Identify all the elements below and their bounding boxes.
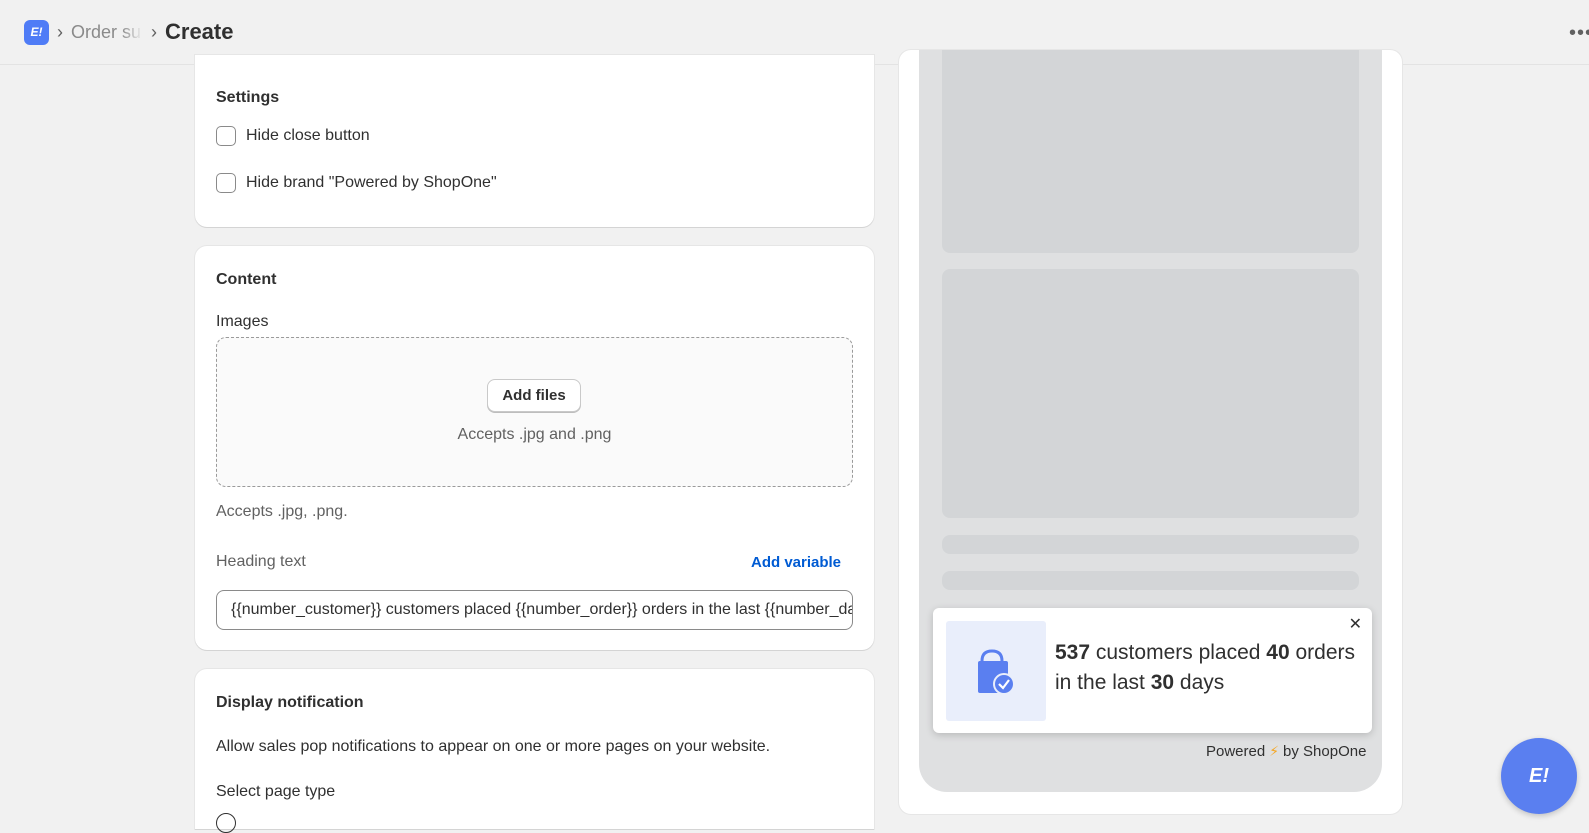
sales-pop-notification[interactable]: 537 customers placed 40 orders in the la… [933, 608, 1372, 733]
close-icon[interactable]: ✕ [1349, 614, 1362, 634]
page-type-radio[interactable] [216, 813, 236, 833]
skeleton-line [942, 571, 1359, 590]
hide-close-button-option[interactable]: Hide close button [216, 126, 370, 146]
settings-title: Settings [216, 89, 280, 106]
shopping-bag-check-icon [978, 649, 1015, 695]
hide-brand-option[interactable]: Hide brand "Powered by ShopOne" [216, 173, 497, 193]
lightning-icon: ⚡ [1269, 743, 1280, 759]
app-logo-icon[interactable]: E! [24, 19, 49, 45]
more-actions-icon[interactable]: ••• [1569, 22, 1589, 45]
app-chat-fab-button[interactable]: E! [1501, 738, 1577, 814]
images-label: Images [216, 313, 269, 330]
skeleton-block [942, 269, 1359, 518]
hide-brand-checkbox[interactable] [216, 173, 236, 193]
hide-brand-label: Hide brand "Powered by ShopOne" [246, 174, 497, 191]
display-notification-card: Display notification Allow sales pop not… [195, 669, 874, 833]
dropzone-hint: Accepts .jpg and .png [457, 426, 612, 443]
display-notification-description: Allow sales pop notifications to appear … [216, 738, 771, 755]
breadcrumb-chevron-icon: › [151, 21, 157, 42]
add-variable-link[interactable]: Add variable [751, 554, 841, 571]
heading-text-label: Heading text [216, 553, 306, 570]
content-card: Content Images Add files Accepts .jpg an… [195, 246, 874, 650]
breadcrumb-chevron-icon: › [57, 21, 63, 42]
add-files-button[interactable]: Add files [487, 379, 581, 412]
skeleton-block [942, 50, 1359, 253]
heading-text-input[interactable]: {{number_customer}} customers placed {{n… [216, 590, 853, 630]
hide-close-checkbox[interactable] [216, 126, 236, 146]
notification-message: 537 customers placed 40 orders in the la… [1055, 641, 1356, 694]
settings-card: Settings Hide close button Hide brand "P… [195, 55, 874, 227]
skeleton-line [942, 535, 1359, 554]
page-type-label: Select page type [216, 783, 336, 800]
powered-by-brand: Powered ⚡ by ShopOne [1206, 743, 1367, 760]
content-title: Content [216, 271, 277, 288]
page-title: Create [165, 19, 234, 44]
image-dropzone[interactable]: Add files Accepts .jpg and .png [216, 337, 853, 487]
breadcrumb-parent-link[interactable]: Order su [71, 22, 143, 43]
accepts-note: Accepts .jpg, .png. [216, 503, 348, 520]
hide-close-label: Hide close button [246, 127, 370, 144]
display-notification-title: Display notification [216, 694, 364, 711]
notification-image [946, 621, 1046, 721]
